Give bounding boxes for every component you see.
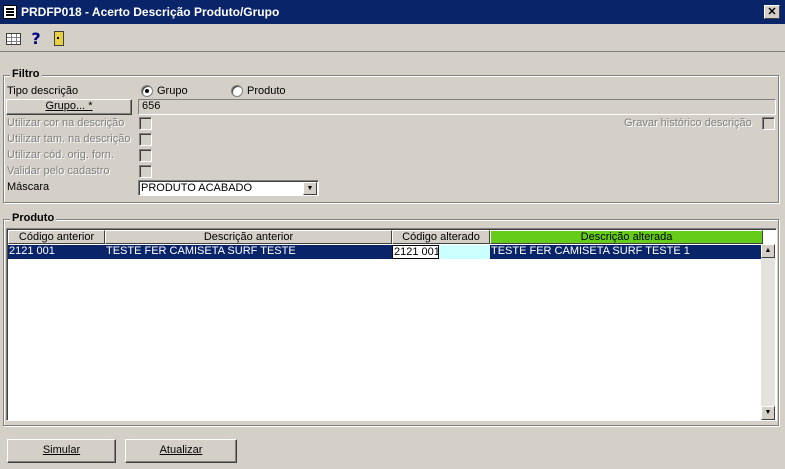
help-icon: ? <box>31 29 41 48</box>
grid-vertical-scrollbar[interactable]: ▲ ▼ <box>761 244 775 420</box>
grupo-button-label: Grupo... * <box>45 100 93 112</box>
validar-cadastro-label: Validar pelo cadastro <box>7 165 110 177</box>
title-bar: PRDFP018 - Acerto Descrição Produto/Grup… <box>0 0 785 24</box>
radio-produto[interactable] <box>231 85 243 97</box>
gravar-historico-label: Gravar histórico descrição <box>624 117 752 129</box>
mascara-select[interactable]: PRODUTO ACABADO ▼ <box>138 180 319 196</box>
radio-grupo[interactable] <box>141 85 153 97</box>
col-descricao-alterada[interactable]: Descrição alterada <box>490 230 763 244</box>
atualizar-label: Atualizar <box>159 444 203 456</box>
table-cell-descricao-alterada[interactable]: TESTE FER CAMISETA SURF TESTE 1 <box>490 245 763 259</box>
scroll-up-icon[interactable]: ▲ <box>761 244 775 258</box>
exit-button[interactable] <box>49 28 69 50</box>
close-button[interactable]: ✕ <box>764 5 780 19</box>
grupo-lookup-button[interactable]: Grupo... * <box>6 99 132 115</box>
app-icon <box>3 5 17 19</box>
table-cell-codigo-alterado-editor[interactable]: 2121 001 <box>392 245 439 259</box>
utilizar-cor-checkbox[interactable] <box>139 117 152 130</box>
simular-label: Simular <box>42 444 81 456</box>
table-cell-codigo-anterior[interactable]: 2121 001 <box>8 245 105 259</box>
window-title: PRDFP018 - Acerto Descrição Produto/Grup… <box>21 5 280 19</box>
col-codigo-anterior[interactable]: Código anterior <box>8 230 105 244</box>
table-cell-descricao-anterior[interactable]: TESTE FER CAMISETA SURF TESTE <box>105 245 392 259</box>
utilizar-cod-label: Utilizar cód. orig. forn. <box>7 149 114 161</box>
mascara-select-value: PRODUTO ACABADO <box>141 182 253 194</box>
filtro-group-label: Filtro <box>10 68 42 80</box>
col-codigo-alterado[interactable]: Código alterado <box>392 230 490 244</box>
atualizar-button[interactable]: Atualizar <box>125 439 237 463</box>
tipo-descricao-label: Tipo descrição <box>7 85 79 97</box>
col-descricao-anterior[interactable]: Descrição anterior <box>105 230 392 244</box>
toolbar: ? <box>0 26 785 52</box>
produto-grid[interactable]: Código anterior Descrição anterior Códig… <box>6 228 777 421</box>
utilizar-tam-label: Utilizar tam. na descrição <box>7 133 131 145</box>
utilizar-cod-checkbox[interactable] <box>139 149 152 162</box>
utilizar-cor-label: Utilizar cor na descrição <box>7 117 125 129</box>
table-cell-codigo-alterado-rest[interactable] <box>439 245 490 259</box>
validar-cadastro-checkbox[interactable] <box>139 165 152 178</box>
simular-button[interactable]: Simular <box>7 439 116 463</box>
exit-door-icon <box>54 31 64 46</box>
produto-group-label: Produto <box>10 212 57 224</box>
help-button[interactable]: ? <box>26 28 46 50</box>
scroll-down-icon[interactable]: ▼ <box>761 406 775 420</box>
radio-produto-label[interactable]: Produto <box>247 85 286 97</box>
gravar-historico-checkbox[interactable] <box>762 117 775 130</box>
chevron-down-icon[interactable]: ▼ <box>303 182 317 195</box>
grid-icon <box>5 32 21 45</box>
utilizar-tam-checkbox[interactable] <box>139 133 152 146</box>
radio-grupo-label[interactable]: Grupo <box>157 85 188 97</box>
grupo-field[interactable]: 656 <box>138 99 776 115</box>
mascara-label: Máscara <box>7 181 50 193</box>
grid-view-button[interactable] <box>3 28 23 50</box>
